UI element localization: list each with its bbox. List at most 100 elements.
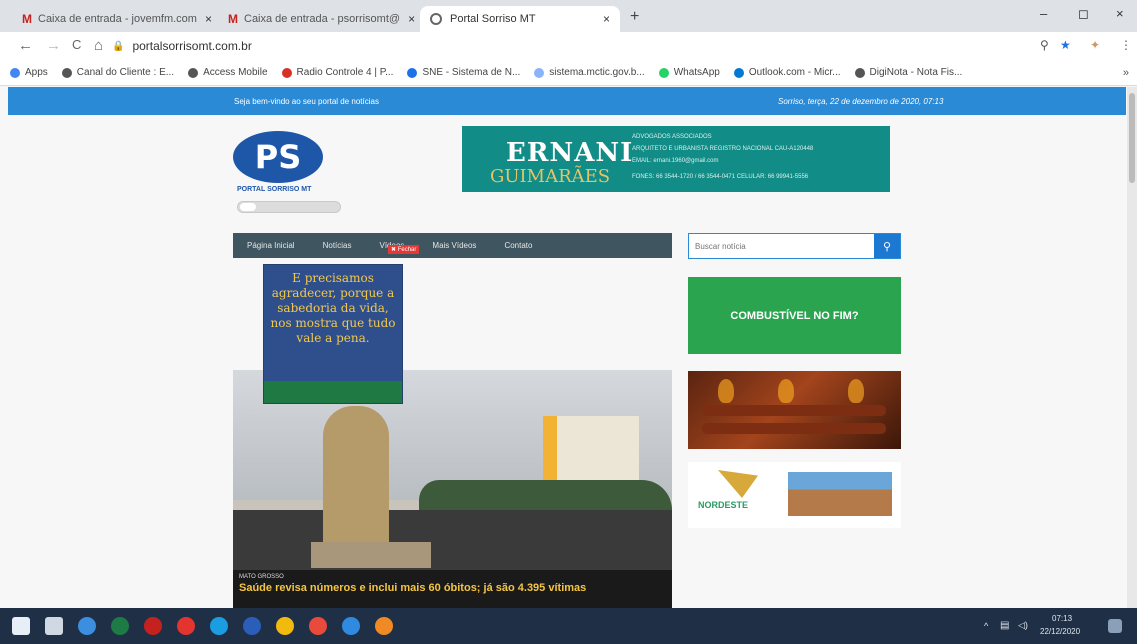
bookmark-item[interactable]: Radio Controle 4 | P...: [281, 67, 394, 78]
statue-image: [323, 406, 389, 556]
bookmark-apps[interactable]: Apps: [10, 67, 48, 78]
menu-item-home[interactable]: Página Inicial: [233, 241, 309, 250]
logo-mark: PS: [233, 131, 323, 183]
minimize-button[interactable]: –: [1040, 6, 1047, 21]
action-center-icon[interactable]: [1108, 619, 1122, 633]
tab-label: Portal Sorriso MT: [450, 13, 536, 25]
forward-button[interactable]: →: [46, 37, 61, 54]
banner-line: EMAIL: ernani.1960@gmail.com: [632, 158, 719, 164]
network-app-icon[interactable]: [342, 617, 360, 635]
fuel-ad-text: COMBUSTÍVEL NO FIM?: [730, 309, 859, 322]
menu-item-contact[interactable]: Contato: [490, 241, 546, 250]
main-menu: Página Inicial Notícias Vídeos Mais Víde…: [233, 233, 672, 258]
bookmark-favicon-icon: [188, 67, 199, 78]
clock-time[interactable]: 07:13: [1052, 614, 1072, 623]
close-tab-icon[interactable]: ×: [595, 12, 610, 26]
search-icon: ⚲: [882, 240, 892, 253]
zoom-icon[interactable]: ⚲: [1040, 38, 1049, 52]
new-tab-button[interactable]: +: [630, 8, 639, 26]
bookmark-favicon-icon: [854, 67, 865, 78]
nordeste-label: NORDESTE: [698, 500, 749, 510]
barbecue-ad[interactable]: [688, 371, 901, 449]
bookmark-label: Apps: [25, 67, 48, 78]
url-field[interactable]: 🔒 portalsorrisomt.com.br: [112, 36, 1012, 56]
menu-item-news[interactable]: Notícias: [309, 241, 366, 250]
close-tab-icon[interactable]: ×: [197, 12, 212, 26]
close-tab-icon[interactable]: ×: [400, 12, 415, 26]
windows-start-icon[interactable]: [12, 617, 30, 635]
featured-news[interactable]: MATO GROSSO Saúde revisa números e inclu…: [233, 370, 672, 608]
close-window-button[interactable]: ×: [1116, 6, 1124, 21]
maximize-button[interactable]: ◻: [1078, 6, 1089, 22]
banner-line: ARQUITETO E URBANISTA REGISTRO NACIONAL …: [632, 146, 814, 152]
back-button[interactable]: ←: [18, 37, 33, 54]
tab-portal-sorriso[interactable]: Portal Sorriso MT ×: [420, 6, 620, 32]
news-headline[interactable]: Saúde revisa números e inclui mais 60 ób…: [239, 582, 666, 594]
orange-app-icon[interactable]: [375, 617, 393, 635]
tab-gmail-jovemfm[interactable]: M Caixa de entrada - jovemfm.com ×: [12, 6, 217, 32]
bookmark-label: Radio Controle 4 | P...: [296, 67, 394, 78]
extension-icon[interactable]: ✦: [1090, 38, 1100, 52]
bookmark-label: Outlook.com - Micr...: [748, 67, 841, 78]
sound-icon[interactable]: ◁): [1018, 620, 1028, 631]
tab-bar: M Caixa de entrada - jovemfm.com × M Cai…: [0, 0, 1137, 32]
bookmarks-overflow-icon[interactable]: »: [1123, 67, 1129, 79]
opera-icon[interactable]: [177, 617, 195, 635]
bookmark-favicon-icon: [733, 67, 744, 78]
bookmark-star-icon[interactable]: ★: [1060, 38, 1071, 52]
bookmark-item[interactable]: sistema.mctic.gov.b...: [534, 67, 645, 78]
banner-name-last: GUIMARÃES: [490, 166, 611, 187]
gmail-icon: M: [228, 12, 238, 26]
banner-line: FONES: 66 3544-1720 / 66 3544-0471 CELUL…: [632, 174, 809, 180]
nordeste-ad[interactable]: NORDESTE: [688, 462, 901, 528]
web-page: Seja bem-vindo ao seu portal de notícias…: [0, 87, 1127, 608]
task-view-icon[interactable]: [45, 617, 63, 635]
globe-icon: [430, 13, 442, 25]
tab-gmail-psorrisomt[interactable]: M Caixa de entrada - psorrisomt@ ×: [218, 6, 420, 32]
date-text: Sorriso, terça, 22 de dezembro de 2020, …: [778, 97, 944, 106]
bookmark-label: Access Mobile: [203, 67, 268, 78]
menu-item-more-videos[interactable]: Mais Vídeos: [418, 241, 490, 250]
home-button[interactable]: ⌂: [94, 37, 103, 54]
site-logo[interactable]: PS PORTAL SORRISO MT: [233, 131, 345, 221]
news-category: MATO GROSSO: [239, 574, 284, 580]
file-explorer-icon[interactable]: [276, 617, 294, 635]
bookmark-item[interactable]: Outlook.com - Micr...: [733, 67, 841, 78]
ad-message-text: E precisamos agradecer, porque a sabedor…: [270, 271, 396, 345]
browser-menu-icon[interactable]: ⋮: [1120, 38, 1132, 52]
search-button[interactable]: ⚲: [874, 234, 900, 258]
bookmark-item[interactable]: Canal do Cliente : E...: [61, 67, 175, 78]
bookmark-label: SNE - Sistema de N...: [422, 67, 521, 78]
bookmarks-bar: Apps Canal do Cliente : E... Access Mobile…: [0, 60, 1137, 86]
bookmark-item[interactable]: DigiNota - Nota Fis...: [854, 67, 963, 78]
bookmark-item[interactable]: WhatsApp: [658, 67, 720, 78]
bookmark-favicon-icon: [61, 67, 72, 78]
word-icon[interactable]: [243, 617, 261, 635]
message-ad[interactable]: E precisamos agradecer, porque a sabedor…: [263, 264, 403, 404]
page-scrollbar[interactable]: [1127, 87, 1137, 608]
excel-icon[interactable]: [111, 617, 129, 635]
bookmark-label: WhatsApp: [673, 67, 720, 78]
bookmark-item[interactable]: SNE - Sistema de N...: [407, 67, 520, 78]
windows-taskbar: ^ ▤ ◁) 07:13 22/12/2020: [0, 608, 1137, 644]
clock-date[interactable]: 22/12/2020: [1040, 627, 1080, 636]
chrome-icon[interactable]: [309, 617, 327, 635]
bookmark-label: Canal do Cliente : E...: [76, 67, 175, 78]
fuel-ad[interactable]: COMBUSTÍVEL NO FIM?: [688, 277, 901, 354]
address-bar: ← → C ⌂ 🔒 portalsorrisomt.com.br ⚲ ★ ✦ ⋮: [0, 32, 1137, 60]
edge-chromium-icon[interactable]: [210, 617, 228, 635]
edge-icon[interactable]: [78, 617, 96, 635]
notifications-icon[interactable]: ▤: [1000, 620, 1009, 631]
tray-up-icon[interactable]: ^: [984, 621, 988, 631]
bookmark-label: DigiNota - Nota Fis...: [869, 67, 963, 78]
close-ad-button[interactable]: ✖ Fechar: [388, 245, 420, 254]
ernani-banner-ad[interactable]: ERNANI GUIMARÃES ADVOGADOS ASSOCIADOS AR…: [462, 126, 890, 192]
bookmark-item[interactable]: Access Mobile: [188, 67, 268, 78]
search-box: ⚲: [688, 233, 901, 259]
bookmark-favicon-icon: [658, 67, 669, 78]
search-input[interactable]: [689, 234, 874, 258]
tab-label: Caixa de entrada - psorrisomt@: [244, 13, 401, 25]
mail-icon[interactable]: [144, 617, 162, 635]
reload-button[interactable]: C: [72, 37, 81, 52]
nordeste-logo: [718, 470, 758, 498]
